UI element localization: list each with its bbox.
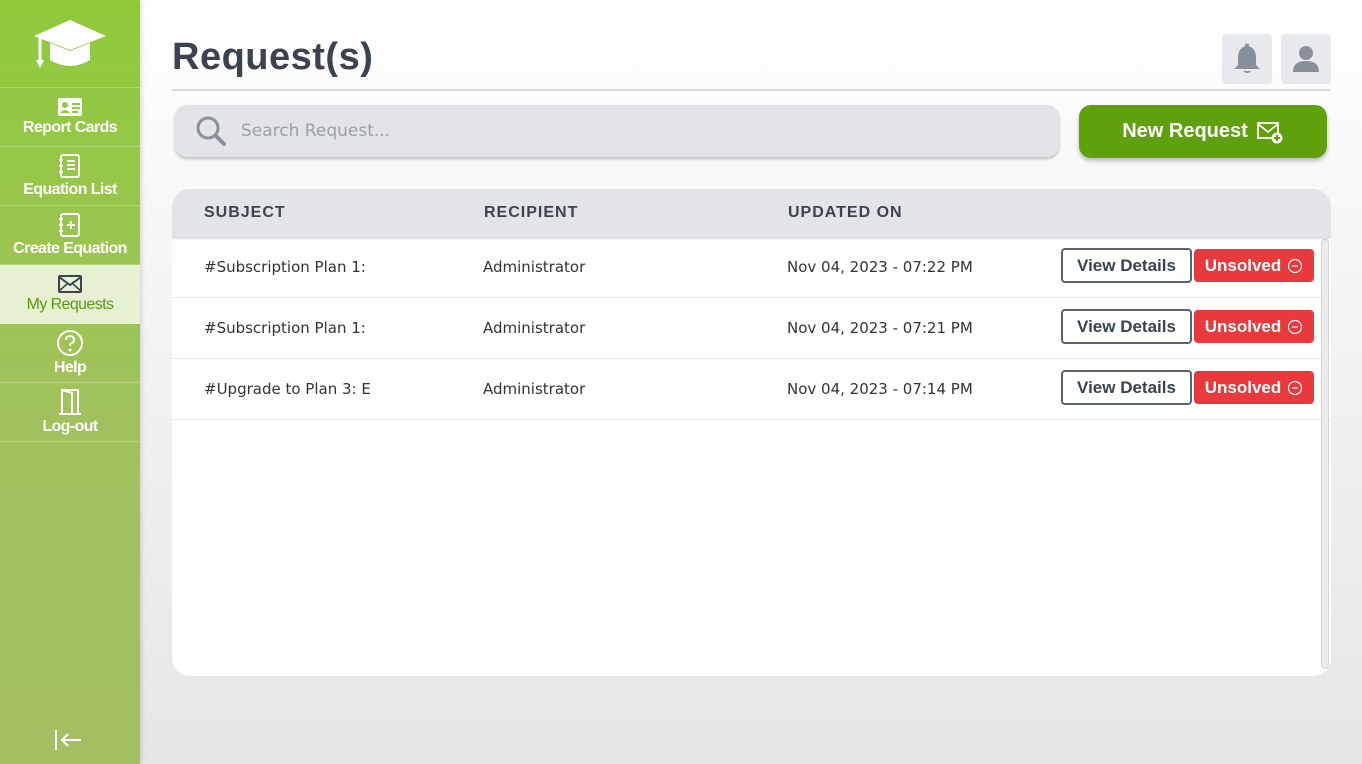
question-circle-icon — [57, 330, 83, 356]
id-card-icon — [58, 98, 82, 116]
updated-cell: Nov 04, 2023 - 07:21 PM — [787, 319, 973, 337]
subject-cell: #Subscription Plan 1: — [204, 319, 366, 337]
mail-plus-icon — [1256, 121, 1283, 143]
recipient-cell: Administrator — [483, 258, 586, 276]
sidebar-item-label: Help — [53, 359, 87, 376]
search-bar — [175, 105, 1059, 157]
sidebar-item-report-cards[interactable]: Report Cards — [0, 88, 140, 147]
main-content: Request(s) New Request — [140, 0, 1362, 764]
bell-icon — [1234, 43, 1260, 73]
header-divider — [172, 89, 1330, 91]
updated-cell: Nov 04, 2023 - 07:14 PM — [787, 380, 973, 398]
view-details-button[interactable]: View Details — [1061, 248, 1192, 283]
notebook-plus-icon — [59, 213, 80, 237]
sidebar-item-create-equation[interactable]: Create Equation — [0, 206, 140, 265]
column-header-subject[interactable]: SUBJECT — [204, 204, 286, 222]
subject-cell: #Upgrade to Plan 3: E — [204, 380, 371, 398]
requests-table: SUBJECT RECIPIENT UPDATED ON #Subscripti… — [172, 189, 1331, 676]
column-header-updated-on[interactable]: UPDATED ON — [788, 204, 903, 222]
search-input[interactable] — [241, 121, 1021, 141]
minus-circle-icon — [1288, 258, 1303, 273]
page-title: Request(s) — [172, 36, 374, 78]
app: Report Cards Equation List Create Equati… — [0, 0, 1362, 764]
unsolved-status-button[interactable]: Unsolved — [1194, 310, 1314, 343]
collapse-arrow-icon — [55, 730, 81, 750]
view-details-button[interactable]: View Details — [1061, 309, 1192, 344]
view-details-button[interactable]: View Details — [1061, 370, 1192, 405]
sidebar-item-label: Report Cards — [22, 119, 118, 136]
subject-cell: #Subscription Plan 1: — [204, 258, 366, 276]
status-label: Unsolved — [1204, 316, 1282, 336]
status-label: Unsolved — [1204, 377, 1282, 397]
door-icon — [59, 389, 81, 415]
sidebar-item-help[interactable]: Help — [0, 324, 140, 383]
notifications-button[interactable] — [1222, 34, 1272, 84]
table-row: #Upgrade to Plan 3: E Administrator Nov … — [172, 359, 1331, 420]
recipient-cell: Administrator — [483, 380, 586, 398]
sidebar: Report Cards Equation List Create Equati… — [0, 0, 140, 764]
table-row: #Subscription Plan 1: Administrator Nov … — [172, 298, 1331, 359]
notebook-list-icon — [59, 154, 80, 178]
sidebar-item-label: Log-out — [42, 418, 98, 435]
updated-cell: Nov 04, 2023 - 07:22 PM — [787, 258, 973, 276]
logo — [0, 0, 140, 88]
new-request-label: New Request — [1122, 120, 1248, 142]
sidebar-item-equation-list[interactable]: Equation List — [0, 147, 140, 206]
sidebar-item-label: Equation List — [23, 181, 117, 198]
recipient-cell: Administrator — [483, 319, 586, 337]
sidebar-item-logout[interactable]: Log-out — [0, 383, 140, 442]
sidebar-item-label: Create Equation — [13, 240, 127, 257]
table-scrollbar[interactable] — [1321, 239, 1329, 669]
column-header-recipient[interactable]: RECIPIENT — [484, 204, 578, 222]
table-header: SUBJECT RECIPIENT UPDATED ON — [172, 189, 1331, 237]
new-request-button[interactable]: New Request — [1079, 105, 1327, 158]
user-icon — [1293, 46, 1319, 72]
collapse-sidebar-button[interactable] — [52, 726, 84, 754]
search-icon — [196, 116, 226, 146]
sidebar-item-label: My Requests — [26, 296, 114, 313]
envelope-icon — [58, 275, 82, 293]
sidebar-item-my-requests[interactable]: My Requests — [0, 265, 140, 324]
minus-circle-icon — [1288, 380, 1303, 395]
table-row: #Subscription Plan 1: Administrator Nov … — [172, 237, 1331, 298]
profile-button[interactable] — [1281, 34, 1331, 84]
minus-circle-icon — [1288, 319, 1303, 334]
status-label: Unsolved — [1204, 255, 1282, 275]
unsolved-status-button[interactable]: Unsolved — [1194, 249, 1314, 282]
unsolved-status-button[interactable]: Unsolved — [1194, 371, 1314, 404]
graduation-cap-icon — [34, 19, 106, 68]
